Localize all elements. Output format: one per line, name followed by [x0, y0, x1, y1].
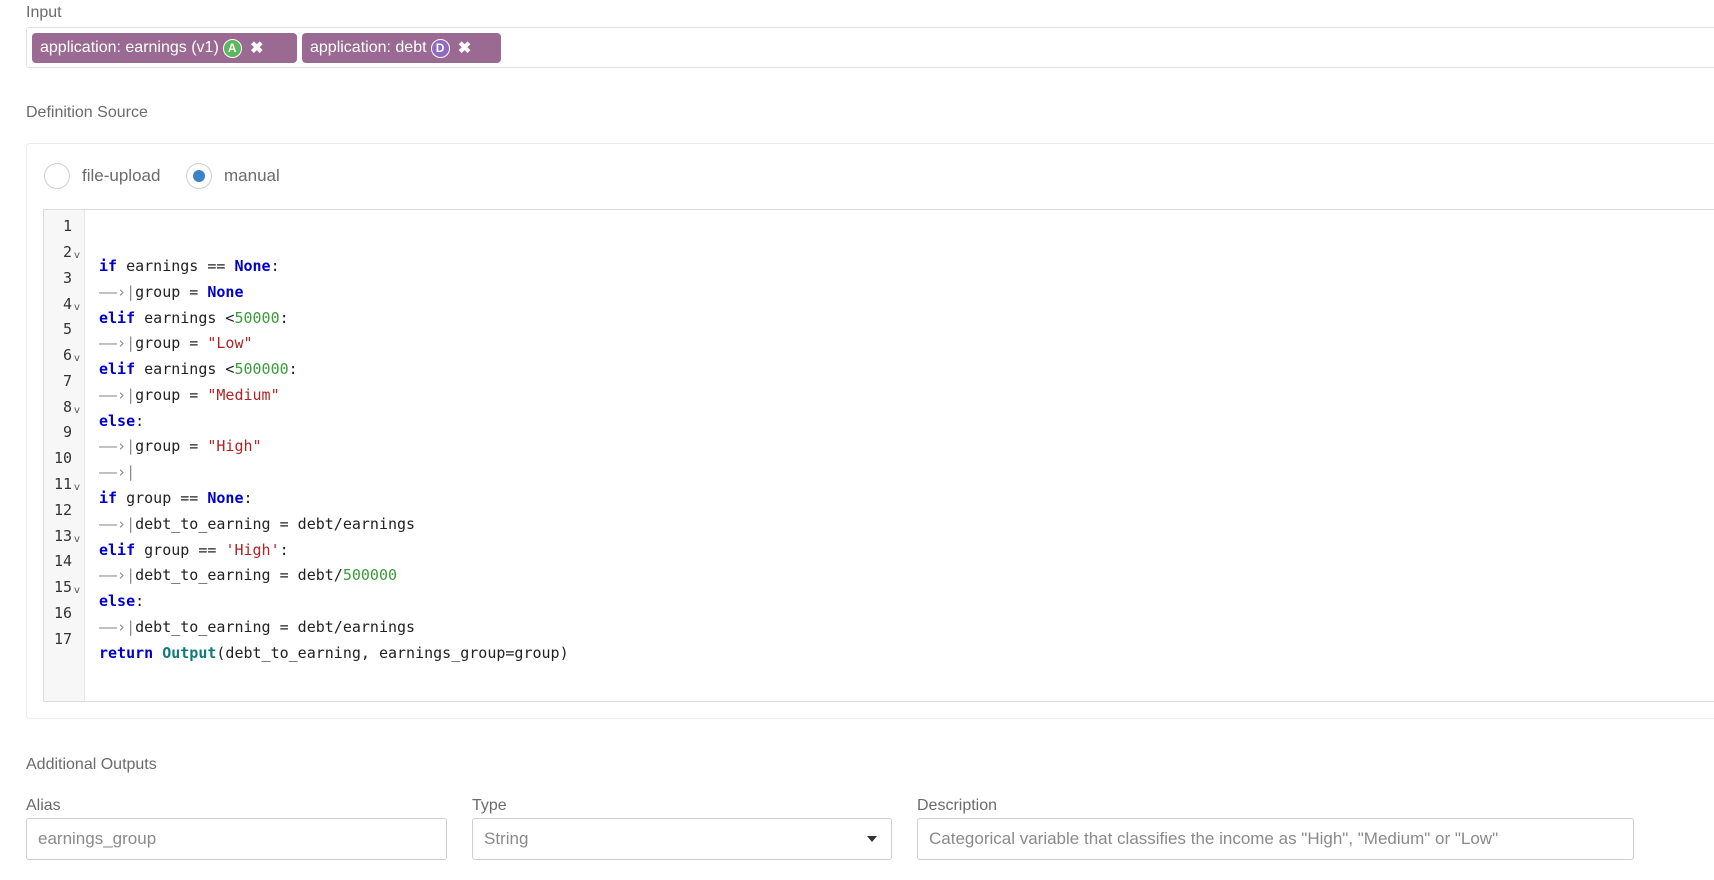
fold-chevron-icon[interactable]: v [74, 353, 80, 364]
line-number: 16 [53, 604, 72, 622]
line-number: 8 [62, 398, 72, 416]
fold-chevron-icon[interactable]: v [74, 302, 80, 313]
code-line[interactable]: return Output(debt_to_earning, earnings_… [99, 644, 569, 662]
code-editor[interactable]: 1 2 3 4 5 6 7 8 9 10 11 12 13 14 15 16 1… [43, 209, 1714, 702]
code-line[interactable]: if group == None: [99, 489, 253, 507]
line-number: 5 [62, 320, 72, 338]
manual-radio[interactable] [186, 163, 212, 189]
code-line[interactable]: if earnings == None: [99, 257, 280, 275]
line-number: 14 [53, 552, 72, 570]
code-line[interactable]: else: [99, 592, 144, 610]
code-line[interactable]: ——›|debt_to_earning = debt/earnings [99, 618, 415, 636]
line-number: 6 [62, 346, 72, 364]
file-upload-radio[interactable] [44, 163, 70, 189]
line-number: 7 [62, 372, 72, 390]
definition-source-label: Definition Source [26, 104, 148, 121]
tag-earnings: application: earnings (v1) A ✖ [32, 33, 297, 63]
line-number: 9 [62, 423, 72, 441]
type-value: String [484, 829, 529, 848]
fold-chevron-icon[interactable]: v [74, 405, 80, 416]
remove-earnings-icon[interactable]: ✖ [244, 38, 270, 58]
description-label: Description [917, 797, 998, 814]
type-label: Type [472, 797, 507, 814]
description-value: Categorical variable that classifies the… [929, 829, 1499, 848]
line-number: 17 [53, 630, 72, 648]
line-number: 3 [62, 269, 72, 287]
code-line[interactable]: ——›|group = "Medium" [99, 386, 280, 404]
input-label: Input [26, 4, 62, 21]
caret-down-icon [867, 836, 877, 842]
fold-chevron-icon[interactable]: v [74, 482, 80, 493]
tag-debt: application: debt D ✖ [302, 33, 501, 63]
description-input[interactable]: Categorical variable that classifies the… [917, 818, 1634, 860]
editor-gutter: 1 2 3 4 5 6 7 8 9 10 11 12 13 14 15 16 1… [44, 210, 85, 701]
code-line[interactable]: ——›|group = None [99, 283, 244, 301]
tag-earnings-label: application: earnings (v1) [40, 39, 219, 56]
code-line[interactable]: ——›|group = "Low" [99, 334, 253, 352]
alias-value: earnings_group [38, 829, 157, 848]
input-tags-field[interactable]: application: earnings (v1) A ✖ applicati… [26, 27, 1714, 68]
line-number: 12 [53, 501, 72, 519]
tag-debt-badge: D [430, 38, 450, 58]
line-number: 13 [53, 527, 72, 545]
code-line[interactable]: elif earnings <500000: [99, 360, 298, 378]
manual-label[interactable]: manual [224, 166, 280, 186]
line-number: 11 [53, 475, 72, 493]
tag-debt-label: application: debt [310, 39, 427, 56]
code-line[interactable]: ——›|debt_to_earning = debt/earnings [99, 515, 415, 533]
code-line[interactable]: ——›|debt_to_earning = debt/500000 [99, 566, 397, 584]
line-number: 1 [62, 217, 72, 235]
fold-chevron-icon[interactable]: v [74, 534, 80, 545]
line-number: 2 [62, 243, 72, 261]
line-number: 10 [53, 449, 72, 467]
code-line[interactable]: elif earnings <50000: [99, 309, 289, 327]
fold-chevron-icon[interactable]: v [74, 585, 80, 596]
fold-chevron-icon[interactable]: v [74, 250, 80, 261]
code-line[interactable]: else: [99, 412, 144, 430]
code-line[interactable]: ——›| [99, 463, 135, 481]
tag-earnings-badge: A [222, 38, 242, 58]
file-upload-label[interactable]: file-upload [82, 166, 160, 186]
additional-outputs-label: Additional Outputs [26, 756, 157, 773]
alias-input[interactable]: earnings_group [26, 818, 447, 860]
line-number: 15 [53, 578, 72, 596]
remove-debt-icon[interactable]: ✖ [452, 38, 478, 58]
alias-label: Alias [26, 797, 61, 814]
line-number: 4 [62, 295, 72, 313]
type-select[interactable]: String [472, 818, 892, 860]
code-line[interactable]: elif group == 'High': [99, 541, 289, 559]
code-line[interactable]: ——›|group = "High" [99, 437, 262, 455]
